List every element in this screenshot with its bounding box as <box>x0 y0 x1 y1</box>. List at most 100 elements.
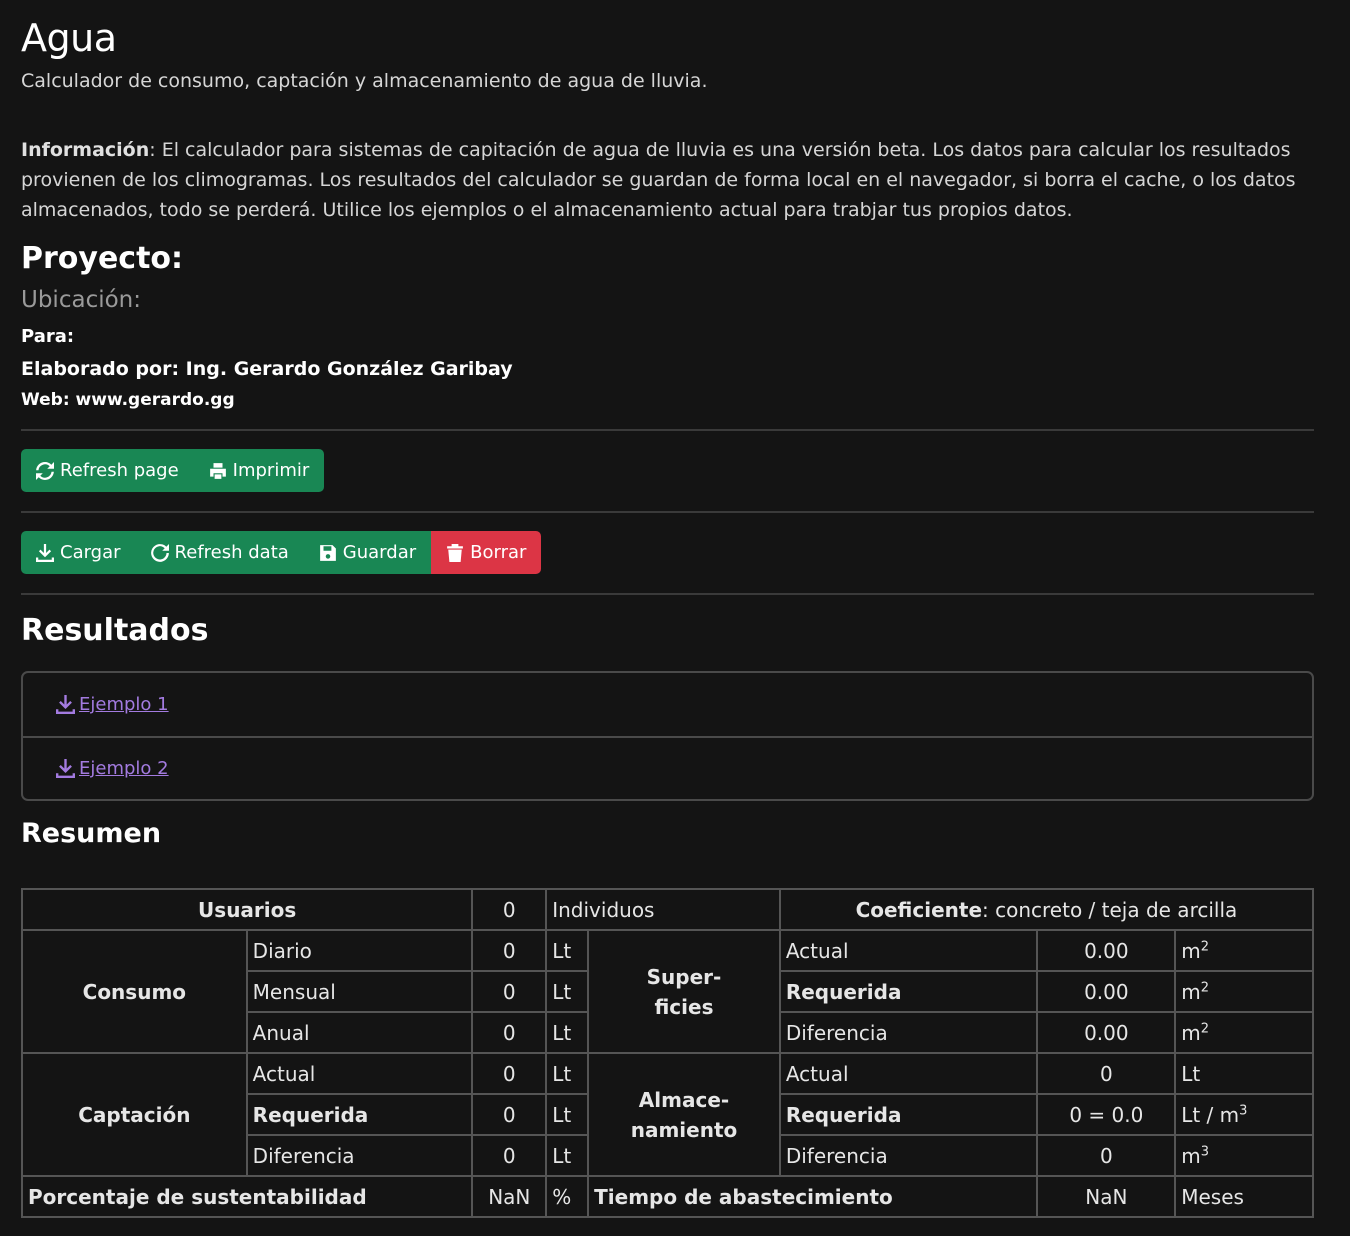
coefficient-label: Coeficiente <box>855 897 983 922</box>
consumo-row-value: 0 <box>471 929 548 972</box>
sustainability-value: NaN <box>471 1175 548 1218</box>
unit-exponent: 2 <box>1200 1020 1209 1036</box>
almacenamiento-row-unit: Lt / m3 <box>1174 1093 1314 1136</box>
load-label: Cargar <box>60 542 121 563</box>
example-2-link[interactable]: Ejemplo 2 <box>56 758 169 779</box>
captacion-row-unit: Lt <box>545 1134 590 1177</box>
unit-text: Lt / m <box>1181 1102 1240 1127</box>
info-label: Información <box>21 139 150 161</box>
supply-time-label: Tiempo de abastecimiento <box>587 1175 1039 1218</box>
superficies-row-unit: m2 <box>1174 929 1314 972</box>
table-row: Porcentaje de sustentabilidad NaN % Tiem… <box>20 1175 1314 1218</box>
unit-exponent: 2 <box>1200 938 1209 954</box>
summary-title: Resumen <box>21 818 162 849</box>
page-subtitle: Calculador de consumo, captación y almac… <box>21 70 708 92</box>
captacion-row-label: Diferencia <box>245 1134 474 1177</box>
captacion-row-label: Requerida <box>245 1093 474 1136</box>
users-label: Usuarios <box>20 888 474 931</box>
redo-icon <box>150 543 169 562</box>
almacenamiento-label-line2: namiento <box>630 1117 738 1142</box>
print-label: Imprimir <box>232 460 310 481</box>
summary-table: Usuarios 0 Individuos Coeficiente: concr… <box>20 888 1315 1218</box>
info-paragraph: Información: El calculador para sistemas… <box>21 135 1321 225</box>
consumo-row-unit: Lt <box>545 1011 590 1054</box>
almacenamiento-row-value: 0 <box>1036 1052 1177 1095</box>
supply-time-value: NaN <box>1036 1175 1177 1218</box>
save-label: Guardar <box>342 542 417 563</box>
superficies-row-label: Requerida <box>778 970 1039 1013</box>
consumo-row-value: 0 <box>471 970 548 1013</box>
superficies-row-label: Diferencia <box>778 1011 1039 1054</box>
page: Agua Calculador de consumo, captación y … <box>0 0 1350 1236</box>
superficies-row-value: 0.00 <box>1036 1011 1177 1054</box>
page-toolbar: Refresh page Imprimir <box>21 449 325 492</box>
list-item: Ejemplo 1 <box>23 673 1312 736</box>
download-icon <box>56 695 75 714</box>
superficies-label: Super-ficies <box>587 929 781 1054</box>
captacion-row-value: 0 <box>471 1052 548 1095</box>
almacenamiento-label-line1: Almace- <box>638 1087 730 1112</box>
table-row: Consumo Diario 0 Lt Super-ficies Actual … <box>21 929 1314 1054</box>
delete-button[interactable]: Borrar <box>431 531 542 574</box>
consumo-row-label: Anual <box>245 1011 474 1054</box>
consumo-row-unit: Lt <box>545 929 590 972</box>
divider <box>21 593 1314 595</box>
download-icon <box>56 759 75 778</box>
load-button[interactable]: Cargar <box>21 531 136 574</box>
page-title: Agua <box>21 16 117 60</box>
divider <box>21 429 1314 431</box>
project-title: Proyecto: <box>21 241 184 276</box>
refresh-data-button[interactable]: Refresh data <box>135 531 304 574</box>
print-button[interactable]: Imprimir <box>193 449 325 492</box>
consumo-row-unit: Lt <box>545 970 590 1013</box>
results-title: Resultados <box>21 613 209 648</box>
info-text: : El calculador para sistemas de capitac… <box>21 139 1296 221</box>
captacion-row-unit: Lt <box>545 1052 590 1095</box>
delete-label: Borrar <box>470 542 527 563</box>
table-row: Captación Actual 0 Lt Almace-namiento Ac… <box>21 1052 1314 1177</box>
captacion-row-value: 0 <box>471 1093 548 1136</box>
almacenamiento-row-label: Diferencia <box>778 1134 1039 1177</box>
captacion-row-value: 0 <box>471 1134 548 1177</box>
users-unit: Individuos <box>545 888 781 931</box>
save-button[interactable]: Guardar <box>303 531 432 574</box>
examples-list: Ejemplo 1 Ejemplo 2 <box>21 671 1314 801</box>
consumo-row-value: 0 <box>471 1011 548 1054</box>
superficies-row-label: Actual <box>778 929 1039 972</box>
floppy-icon <box>319 544 336 561</box>
list-item: Ejemplo 2 <box>23 736 1312 799</box>
unit-text: m <box>1181 1020 1201 1045</box>
superficies-row-value: 0.00 <box>1036 970 1177 1013</box>
consumo-label: Consumo <box>21 929 248 1054</box>
almacenamiento-row-value: 0 <box>1036 1134 1177 1177</box>
unit-text: m <box>1181 1143 1201 1168</box>
divider <box>21 511 1314 513</box>
almacenamiento-row-value: 0 = 0.0 <box>1036 1093 1177 1136</box>
supply-time-unit: Meses <box>1174 1175 1314 1218</box>
users-value: 0 <box>471 888 548 931</box>
captacion-label: Captación <box>21 1052 248 1177</box>
captacion-row-label: Actual <box>245 1052 474 1095</box>
project-for: Para: <box>21 326 75 347</box>
project-author: Elaborado por: Ing. Gerardo González Gar… <box>21 358 513 380</box>
unit-exponent: 3 <box>1239 1102 1248 1118</box>
example-1-link[interactable]: Ejemplo 1 <box>56 694 169 715</box>
refresh-page-label: Refresh page <box>60 460 179 481</box>
refresh-page-button[interactable]: Refresh page <box>21 449 194 492</box>
example-1-label: Ejemplo 1 <box>79 694 169 715</box>
unit-text: Lt <box>1181 1061 1201 1086</box>
example-2-label: Ejemplo 2 <box>79 758 169 779</box>
superficies-row-unit: m2 <box>1174 970 1314 1013</box>
unit-exponent: 2 <box>1200 979 1209 995</box>
sustainability-unit: % <box>545 1175 590 1218</box>
coefficient-value: : concreto / teja de arcilla <box>982 897 1238 922</box>
sustainability-label: Porcentaje de sustentabilidad <box>20 1175 474 1218</box>
printer-icon <box>209 462 226 479</box>
captacion-row-unit: Lt <box>545 1093 590 1136</box>
download-icon <box>36 543 54 562</box>
data-toolbar: Cargar Refresh data Guardar Borrar <box>21 531 542 574</box>
trash-icon <box>447 543 463 562</box>
almacenamiento-label: Almace-namiento <box>587 1052 781 1177</box>
almacenamiento-row-label: Actual <box>778 1052 1039 1095</box>
refresh-data-label: Refresh data <box>174 542 289 563</box>
